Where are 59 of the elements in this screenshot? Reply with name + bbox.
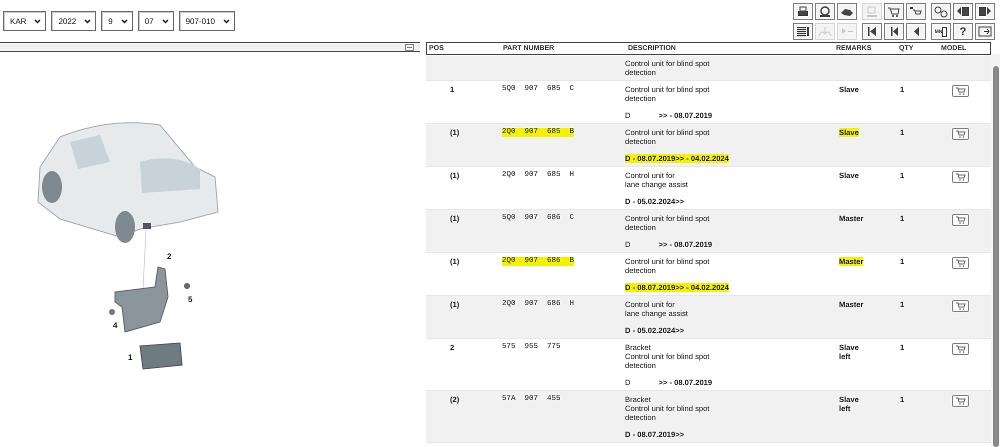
hand-button[interactable] (837, 3, 857, 20)
back-button[interactable] (906, 23, 926, 40)
phone-icon (942, 26, 948, 36)
cart-icon (955, 87, 966, 95)
dropdown[interactable]: KAR (3, 11, 46, 31)
help-button[interactable]: ? (953, 23, 973, 40)
cart-icon (955, 259, 966, 267)
print-button[interactable] (793, 3, 813, 20)
add-to-cart-button[interactable] (952, 128, 969, 140)
dropdown[interactable]: 907-010 (178, 11, 235, 31)
dropdown[interactable]: 2022 (51, 11, 96, 31)
add-to-cart-button[interactable] (952, 395, 969, 407)
disc-button[interactable] (815, 3, 835, 20)
callout-number: 2 (167, 252, 172, 261)
callout-number: 5 (188, 295, 192, 304)
chevron-icon (34, 18, 42, 24)
list-button[interactable] (793, 23, 813, 40)
prev-button[interactable] (884, 23, 904, 40)
callout-number: 1 (128, 353, 132, 362)
chevron-icon (162, 18, 169, 24)
chevron-icon (120, 18, 128, 24)
disc-icon (817, 5, 833, 18)
window-icon (405, 44, 414, 50)
chevron-icon (84, 18, 92, 24)
add-to-cart-button[interactable] (952, 85, 969, 97)
add-to-cart-button[interactable] (952, 214, 969, 226)
hands-icon (817, 25, 833, 38)
monitor-icon (864, 5, 880, 18)
cart-icon (955, 345, 966, 353)
exit-button[interactable] (975, 23, 995, 40)
scrollbar[interactable] (991, 54, 1000, 447)
add-to-cart-button[interactable] (952, 257, 969, 269)
add-to-cart-button[interactable] (952, 171, 969, 183)
add-to-cart-button[interactable] (952, 300, 969, 312)
leader-line (142, 230, 146, 290)
page-prev-icon (955, 5, 971, 18)
cart-icon (955, 130, 966, 138)
page-next-button[interactable] (975, 3, 995, 20)
list-icon (795, 25, 811, 38)
cart-icon (955, 397, 966, 405)
dropdown[interactable]: 07 (138, 11, 174, 31)
dropdown[interactable]: 9 (101, 11, 133, 31)
gears-icon (933, 5, 949, 18)
print-icon (795, 5, 811, 18)
control-unit-drawing (139, 342, 183, 370)
page-prev-button[interactable] (953, 3, 973, 20)
page-next-icon (977, 5, 993, 18)
cart-icon (955, 173, 966, 181)
first-button[interactable] (862, 23, 882, 40)
cart-icon (955, 216, 966, 224)
cart-icon (886, 5, 902, 18)
cart-small-button[interactable] (906, 3, 926, 20)
chevron-icon (222, 18, 230, 24)
cart-icon (955, 302, 966, 310)
cart-button[interactable] (884, 3, 904, 20)
gears-button[interactable] (931, 3, 951, 20)
exit-icon (977, 25, 993, 38)
add-to-cart-button[interactable] (952, 343, 969, 355)
callout-number: 4 (113, 321, 118, 330)
